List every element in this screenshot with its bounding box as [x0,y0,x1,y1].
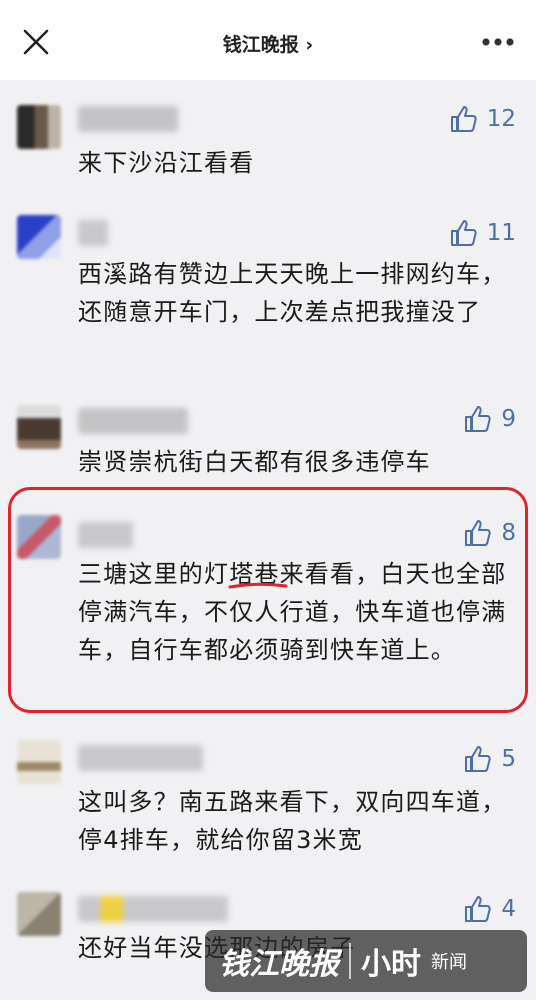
comment-text: 来下沙沿江看看 [78,149,255,177]
watermark-brand: 小时 [361,947,421,982]
thumbs-up-icon [465,746,492,772]
avatar[interactable] [17,105,61,149]
blurred-nickname [78,408,188,434]
watermark-divider [349,943,351,979]
comment-text: 这叫多？南五路来看下，双向四车道，停4排车，就给你留3米宽 [78,788,507,854]
avatar[interactable] [17,215,61,259]
red-highlight-circle [8,487,528,713]
avatar[interactable] [17,405,61,449]
blurred-nickname [78,106,178,132]
blurred-nickname [78,745,203,771]
like-count: 9 [501,406,516,432]
thumbs-up-icon [450,220,477,246]
like-button[interactable]: 4 [463,894,516,924]
like-button[interactable]: 5 [463,744,516,774]
watermark-logo: 钱江晚报 [219,947,339,982]
thumbs-up-icon [465,406,492,432]
like-count: 5 [501,746,516,772]
like-button[interactable]: 9 [463,404,516,434]
comment-text: 西溪路有赞边上天天晚上一排网约车，还随意开车门，上次差点把我撞没了 [78,260,507,326]
thumbs-up-icon [465,896,492,922]
top-bar: 钱江晚报 › [0,0,536,80]
red-underline-mark [228,582,288,589]
comment-text: 崇贤崇杭街白天都有很多违停车 [78,448,431,476]
more-horizontal-icon[interactable] [481,37,515,47]
like-count: 12 [486,106,516,132]
like-button[interactable]: 11 [449,218,516,248]
thumbs-up-icon [450,106,477,132]
account-title-link[interactable]: 钱江晚报 › [0,30,536,57]
avatar[interactable] [17,892,61,936]
blurred-nickname [78,220,108,246]
source-watermark: 钱江晚报 小时 新闻 [205,930,527,992]
like-button[interactable]: 12 [449,104,516,134]
like-count: 4 [501,896,516,922]
like-count: 11 [486,220,516,246]
watermark-news: 新闻 [431,952,467,973]
avatar[interactable] [17,740,61,784]
blurred-nickname [78,896,228,922]
